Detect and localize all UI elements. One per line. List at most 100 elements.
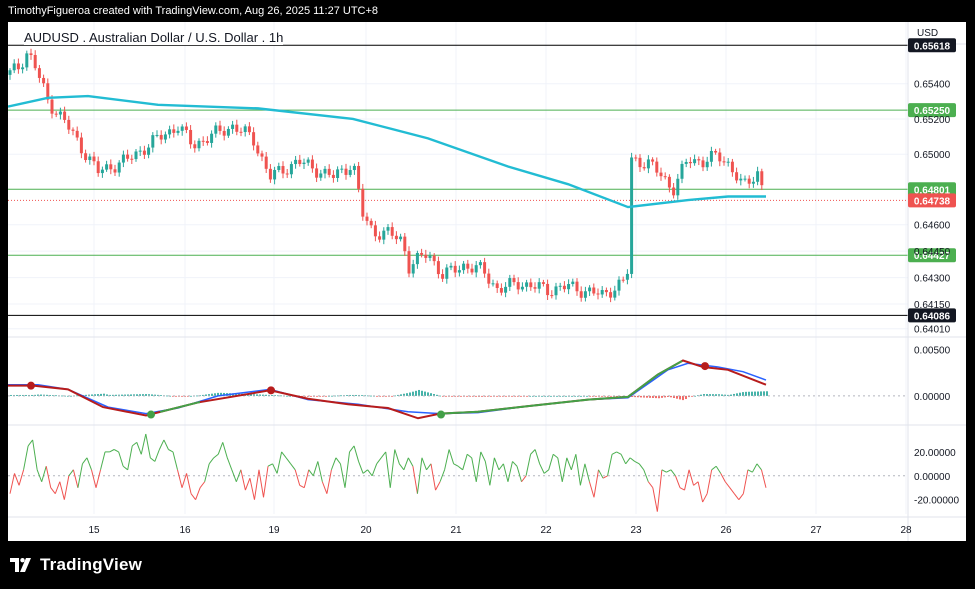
candle-body <box>730 161 734 173</box>
osc-segment <box>199 481 206 489</box>
macd-histogram-bar <box>430 393 432 396</box>
candle-body <box>331 174 335 178</box>
candle-body <box>88 156 92 161</box>
candle-body <box>588 287 592 292</box>
osc-segment <box>616 451 622 455</box>
macd-histogram-bar <box>370 395 372 397</box>
osc-segment <box>747 469 753 473</box>
chart-canvas[interactable]: 0.656180.652500.648010.647380.644270.640… <box>8 22 966 541</box>
osc-segment <box>638 463 645 471</box>
time-tick-label: 28 <box>900 525 912 536</box>
osc-segment <box>136 442 142 455</box>
osc-segment <box>317 461 323 482</box>
candle-body <box>12 63 16 71</box>
osc-segment <box>204 463 210 482</box>
candle-body <box>201 140 205 142</box>
macd-histogram-bar <box>136 394 138 396</box>
moving-average-line <box>8 94 766 209</box>
macd-histogram-bar <box>31 394 33 396</box>
candle-body <box>693 159 697 164</box>
osc-segment <box>697 481 704 503</box>
osc-segment <box>213 453 219 459</box>
candle-body <box>71 129 75 131</box>
macd-cross-marker <box>701 362 709 371</box>
macd-histogram-bar <box>751 391 753 396</box>
osc-segment <box>742 469 749 494</box>
osc-segment <box>760 469 767 488</box>
osc-segment <box>444 449 450 470</box>
macd-histogram-bar <box>676 395 678 399</box>
osc-segment <box>666 469 672 473</box>
osc-segment <box>186 473 192 494</box>
macd-histogram-bar <box>418 389 420 396</box>
attribution-bar: TimothyFigueroa created with TradingView… <box>0 0 975 22</box>
macd-cross-markers <box>27 360 709 419</box>
macd-histogram-bar <box>505 395 507 397</box>
candle-body <box>554 286 558 296</box>
price-axis[interactable]: 0.656180.652500.648010.647380.644270.640… <box>908 38 959 507</box>
osc-segment <box>729 487 735 494</box>
candle-body <box>138 150 142 152</box>
currency-label[interactable]: USD <box>917 28 938 39</box>
macd-line <box>8 362 767 415</box>
candle-body <box>466 263 470 269</box>
time-tick-label: 27 <box>810 525 822 536</box>
candle-body <box>617 279 621 291</box>
time-axis[interactable]: 15 16 19 20 21 22 23 26 27 28 <box>88 525 912 536</box>
osc-segment <box>281 451 287 459</box>
osc-segment <box>661 469 667 473</box>
macd-histogram-bar <box>421 390 423 396</box>
osc-segment <box>59 481 65 500</box>
macd-histogram-bar <box>766 391 768 396</box>
candle-body <box>579 291 583 298</box>
macd-histogram-bar <box>427 392 429 396</box>
candle-body <box>361 188 365 217</box>
candle-body <box>483 262 487 274</box>
osc-segment <box>168 449 174 453</box>
macd-histogram-bar <box>511 395 513 397</box>
attribution-text: TimothyFigueroa created with TradingView… <box>8 5 379 17</box>
candle-body <box>96 161 100 174</box>
macd-histogram-bar <box>730 394 732 396</box>
macd-histogram-bar <box>10 394 12 396</box>
candle-body <box>705 161 709 168</box>
osc-segment <box>611 451 617 455</box>
candle-body <box>50 99 54 114</box>
candle-body <box>130 158 134 160</box>
candle-body <box>630 157 634 274</box>
candle-body <box>697 159 701 161</box>
candle-body <box>42 77 46 84</box>
osc-segment <box>702 493 708 503</box>
osc-segment <box>118 451 124 467</box>
osc-segment <box>462 454 468 470</box>
candle-body <box>663 176 667 178</box>
candle-body <box>382 230 386 240</box>
macd-histogram-bar <box>490 395 492 397</box>
osc-segment <box>54 481 61 494</box>
osc-segment <box>127 445 133 470</box>
candle-body <box>651 159 655 162</box>
chart-frame[interactable]: 0.65618 0.65250 0.64801 0.64738 0.64427 0.640… <box>8 22 966 541</box>
candle-body <box>134 151 138 160</box>
candle-body <box>420 252 424 255</box>
osc-segment <box>579 463 586 486</box>
candle-body <box>373 225 377 237</box>
candle-body <box>126 154 130 159</box>
macd-histogram-bar <box>412 391 414 396</box>
time-tick-label: 26 <box>720 525 732 536</box>
candle-body <box>747 178 751 184</box>
macd-histogram-bar <box>310 395 312 397</box>
tradingview-logo[interactable]: TradingView <box>10 555 142 575</box>
candle-body <box>369 220 373 226</box>
osc-segment <box>457 465 464 471</box>
macd-histogram-bar <box>415 390 417 396</box>
candle-body <box>8 70 12 75</box>
candle-body <box>176 130 180 133</box>
candle-body <box>726 161 730 163</box>
macd-histogram-bar <box>601 395 603 397</box>
macd-histogram-bar <box>406 393 408 396</box>
candle-body <box>273 169 277 180</box>
candle-body <box>403 236 407 252</box>
time-tick-label: 22 <box>540 525 552 536</box>
candle-body <box>537 282 541 289</box>
